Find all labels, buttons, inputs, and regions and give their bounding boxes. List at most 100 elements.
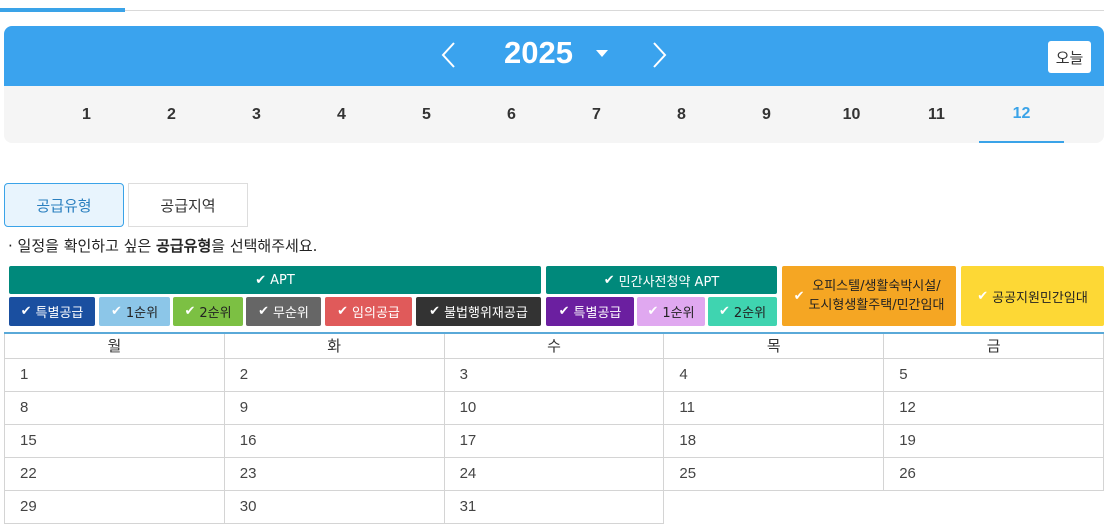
legend-label: 무순위	[273, 306, 309, 321]
legend-apt-norank[interactable]: ✔ 무순위	[246, 297, 321, 326]
calendar-day[interactable]: 8	[4, 390, 225, 425]
weekday-header: 금	[883, 334, 1104, 359]
check-icon: ✔	[603, 272, 615, 288]
check-icon: ✔	[255, 272, 267, 288]
month-tab-3[interactable]: 3	[214, 86, 299, 143]
legend-apt-rank1[interactable]: ✔ 1순위	[99, 297, 170, 326]
calendar-day[interactable]: 24	[443, 456, 665, 491]
check-icon: ✔	[429, 304, 441, 319]
legend-apt-label: APT	[270, 272, 295, 288]
weekday-header-row: 월 화 수 목 금	[4, 334, 1104, 359]
check-icon: ✔	[258, 304, 269, 319]
calendar-day[interactable]: 3	[443, 357, 665, 392]
calendar-day[interactable]: 2	[223, 357, 445, 392]
top-tab-indicator	[0, 8, 125, 12]
month-tab-7[interactable]: 7	[554, 86, 639, 143]
weekday-header: 수	[443, 334, 665, 359]
legend-apt-special[interactable]: ✔ 특별공급	[9, 297, 95, 326]
check-icon: ✔	[337, 304, 349, 319]
calendar-day[interactable]: 26	[883, 456, 1104, 491]
calendar-day[interactable]: 5	[883, 357, 1104, 392]
calendar-day[interactable]: 18	[663, 423, 885, 458]
check-icon: ✔	[184, 304, 196, 319]
calendar-week: 22 23 24 25 26	[4, 456, 1104, 491]
calendar-day[interactable]: 4	[663, 357, 885, 392]
calendar-day[interactable]: 23	[223, 456, 445, 491]
check-icon: ✔	[558, 304, 570, 319]
tab-supply-region[interactable]: 공급지역	[128, 183, 248, 227]
legend-apt-arbitrary[interactable]: ✔ 임의공급	[325, 297, 412, 326]
calendar-day[interactable]: 10	[443, 390, 665, 425]
legend-apt-illegal-resupply[interactable]: ✔ 불법행위재공급	[416, 297, 541, 326]
month-tab-9[interactable]: 9	[724, 86, 809, 143]
calendar-day[interactable]: 12	[883, 390, 1104, 425]
legend-label: 임의공급	[352, 306, 400, 321]
legend-private-header[interactable]: ✔ 민간사전청약 APT	[546, 266, 777, 294]
calendar-day[interactable]: 25	[663, 456, 885, 491]
legend-apt-header[interactable]: ✔ APT	[9, 266, 541, 294]
calendar-week: 15 16 17 18 19	[4, 423, 1104, 458]
calendar-day[interactable]: 31	[443, 489, 665, 524]
check-icon: ✔	[718, 304, 730, 319]
calendar-day[interactable]: 11	[663, 390, 885, 425]
legend-public-rental[interactable]: ✔ 공공지원민간임대	[961, 266, 1104, 326]
legend-label: 공공지원민간임대	[992, 290, 1088, 306]
legend-officetel-line1: 오피스텔/생활숙박시설/	[812, 279, 941, 294]
legend-label: 특별공급	[573, 306, 622, 321]
legend-label: 1순위	[662, 306, 695, 321]
month-tab-2[interactable]: 2	[129, 86, 214, 143]
caret-down-icon[interactable]	[596, 50, 608, 57]
legend-label: 특별공급	[35, 306, 84, 321]
today-button[interactable]: 오늘	[1048, 41, 1091, 73]
month-tab-4[interactable]: 4	[299, 86, 384, 143]
calendar-day[interactable]: 15	[4, 423, 225, 458]
instruction-text: · 일정을 확인하고 싶은 공급유형을 선택해주세요.	[8, 235, 317, 256]
check-icon: ✔	[110, 304, 122, 319]
legend-label: 2순위	[199, 306, 232, 321]
check-icon: ✔	[20, 304, 32, 319]
instruction-bold: 공급유형	[156, 237, 212, 255]
month-tab-6[interactable]: 6	[469, 86, 554, 143]
calendar-week: 1 2 3 4 5	[4, 357, 1104, 392]
next-year-button[interactable]	[644, 40, 674, 70]
calendar-grid: 월 화 수 목 금 1 2 3 4 5 8 9 10 11 12 15 16 1…	[4, 332, 1104, 524]
legend-officetel[interactable]: ✔ 오피스텔/생활숙박시설/ 도시형생활주택/민간임대	[782, 266, 956, 326]
legend-label: 2순위	[733, 306, 767, 321]
legend-label: 불법행위재공급	[444, 306, 528, 321]
calendar-day[interactable]: 29	[4, 489, 225, 524]
calendar-week: 8 9 10 11 12	[4, 390, 1104, 425]
month-tab-1[interactable]: 1	[44, 86, 129, 143]
legend-officetel-line2: 도시형생활주택/민간임대	[808, 298, 945, 313]
calendar-day-empty	[664, 490, 884, 523]
tab-supply-type[interactable]: 공급유형	[4, 183, 124, 227]
legend-apt-rank2[interactable]: ✔ 2순위	[173, 297, 243, 326]
calendar-day[interactable]: 22	[4, 456, 225, 491]
calendar-day[interactable]: 17	[443, 423, 665, 458]
month-tab-11[interactable]: 11	[894, 86, 979, 143]
calendar-day[interactable]: 30	[223, 489, 445, 524]
legend-private-rank2[interactable]: ✔ 2순위	[708, 297, 777, 326]
instruction-prefix: · 일정을 확인하고 싶은	[8, 237, 157, 255]
year-label[interactable]: 2025	[504, 35, 573, 71]
weekday-header: 월	[4, 334, 225, 359]
calendar-day[interactable]: 9	[223, 390, 445, 425]
calendar-day[interactable]: 16	[223, 423, 445, 458]
instruction-suffix: 을 선택해주세요.	[211, 237, 318, 255]
legend-private-rank1[interactable]: ✔ 1순위	[637, 297, 705, 326]
calendar-week: 29 30 31	[4, 489, 1104, 524]
month-tab-12[interactable]: 12	[979, 86, 1064, 143]
month-tab-8[interactable]: 8	[639, 86, 724, 143]
prev-year-button[interactable]	[434, 40, 464, 70]
year-navigation-bar: 2025 오늘	[4, 26, 1104, 86]
calendar-day[interactable]: 19	[883, 423, 1104, 458]
month-tab-10[interactable]: 10	[809, 86, 894, 143]
weekday-header: 목	[663, 334, 885, 359]
top-divider	[0, 10, 1104, 11]
legend-private-special[interactable]: ✔ 특별공급	[546, 297, 634, 326]
check-icon: ✔	[793, 288, 805, 304]
month-tab-5[interactable]: 5	[384, 86, 469, 143]
legend-label: 1순위	[125, 306, 159, 321]
month-selector: 1 2 3 4 5 6 7 8 9 10 11 12	[4, 86, 1104, 143]
calendar-day[interactable]: 1	[4, 357, 225, 392]
calendar-day-empty	[884, 490, 1104, 523]
